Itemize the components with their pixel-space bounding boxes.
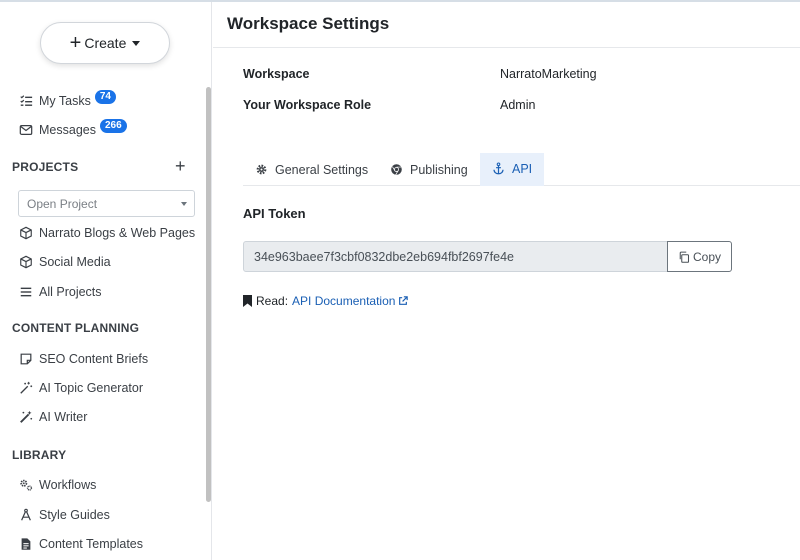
sidebar-item-content-templates[interactable]: Content Templates (18, 533, 143, 555)
copy-label: Copy (692, 249, 721, 264)
caret-down-icon (132, 40, 141, 46)
magic-wand-icon (18, 409, 34, 425)
sidebar-item-ai-topic-generator[interactable]: AI Topic Generator (18, 377, 143, 399)
sidebar-item-label: Social Media (39, 255, 111, 269)
sidebar-item-my-tasks[interactable]: My Tasks 74 (18, 90, 116, 112)
api-documentation-link[interactable]: API Documentation (292, 294, 409, 308)
title-divider (213, 47, 800, 48)
sidebar-item-social-media[interactable]: Social Media (18, 251, 111, 273)
api-documentation-label: API Documentation (292, 294, 396, 308)
main-content: Workspace Settings Workspace NarratoMark… (213, 2, 800, 560)
copy-button[interactable]: Copy (667, 241, 732, 272)
open-project-select[interactable]: Open Project (18, 190, 195, 217)
add-project-plus-icon[interactable]: + (175, 157, 186, 175)
sidebar-item-label: Content Templates (39, 537, 143, 551)
bookmark-icon (243, 295, 252, 307)
cube-icon (18, 225, 34, 241)
projects-section-title: PROJECTS (12, 160, 79, 174)
list-icon (18, 284, 34, 300)
sidebar-item-ai-writer[interactable]: AI Writer (18, 406, 87, 428)
cube-icon (18, 254, 34, 270)
open-project-placeholder: Open Project (27, 196, 98, 211)
tab-label: General Settings (275, 162, 369, 177)
library-section-title: LIBRARY (12, 448, 67, 462)
sidebar-item-style-guides[interactable]: Style Guides (18, 504, 110, 526)
gears-icon (18, 477, 34, 493)
workspace-role-value: Admin (500, 98, 536, 112)
sidebar-item-label: AI Writer (39, 410, 88, 424)
workspace-value: NarratoMarketing (500, 67, 597, 81)
tasks-count-badge: 74 (94, 90, 116, 104)
sparkle-wand-icon (18, 380, 34, 396)
page-title: Workspace Settings (227, 14, 390, 33)
sidebar-item-seo-content-briefs[interactable]: SEO Content Briefs (18, 348, 148, 370)
anchor-icon (492, 161, 506, 176)
sidebar-item-label: SEO Content Briefs (39, 352, 149, 366)
content-planning-section-title: CONTENT PLANNING (12, 321, 140, 335)
settings-tabs: General Settings Publishing API (243, 153, 800, 186)
sidebar: + Create My Tasks 74 Messages 266 PROJEC… (0, 2, 212, 560)
tab-label: API (512, 161, 533, 176)
sidebar-item-label: AI Topic Generator (39, 381, 143, 395)
tab-general-settings[interactable]: General Settings (243, 153, 380, 186)
sidebar-item-narrato-blogs[interactable]: Narrato Blogs & Web Pages (18, 222, 195, 244)
api-token-field[interactable]: 34e963baee7f3cbf0832dbe2eb694fbf2697fe4e (243, 241, 668, 272)
api-doc-line: Read: API Documentation (243, 294, 409, 308)
sidebar-item-all-projects[interactable]: All Projects (18, 281, 102, 303)
api-token-heading: API Token (243, 206, 306, 221)
sidebar-item-label: Messages (39, 123, 96, 137)
sidebar-scrollbar[interactable] (206, 87, 211, 502)
sidebar-item-label: All Projects (39, 285, 102, 299)
compass-pen-icon (18, 507, 34, 523)
caret-down-icon (181, 202, 187, 206)
workspace-role-label: Your Workspace Role (243, 98, 372, 112)
note-icon (18, 351, 34, 367)
sidebar-item-messages[interactable]: Messages 266 (18, 119, 127, 141)
gear-icon (255, 163, 269, 177)
tab-publishing[interactable]: Publishing (378, 153, 480, 186)
sidebar-item-label: Style Guides (39, 508, 110, 522)
external-link-icon (399, 296, 409, 305)
envelope-icon (18, 122, 34, 138)
messages-count-badge: 266 (99, 119, 127, 133)
sidebar-item-label: My Tasks (39, 94, 91, 108)
workspace-label: Workspace (243, 67, 310, 81)
sidebar-item-label: Workflows (39, 478, 97, 492)
document-icon (18, 536, 34, 552)
copy-icon (679, 251, 690, 263)
sidebar-item-workflows[interactable]: Workflows (18, 474, 96, 496)
read-prefix: Read: (256, 294, 289, 308)
create-label: Create (84, 35, 127, 51)
chrome-icon (390, 163, 404, 177)
tab-api[interactable]: API (480, 153, 545, 186)
create-button[interactable]: + Create (40, 22, 170, 64)
tab-label: Publishing (410, 162, 468, 177)
plus-icon: + (69, 32, 82, 54)
sidebar-item-label: Narrato Blogs & Web Pages (39, 226, 196, 240)
task-list-icon (18, 93, 34, 109)
